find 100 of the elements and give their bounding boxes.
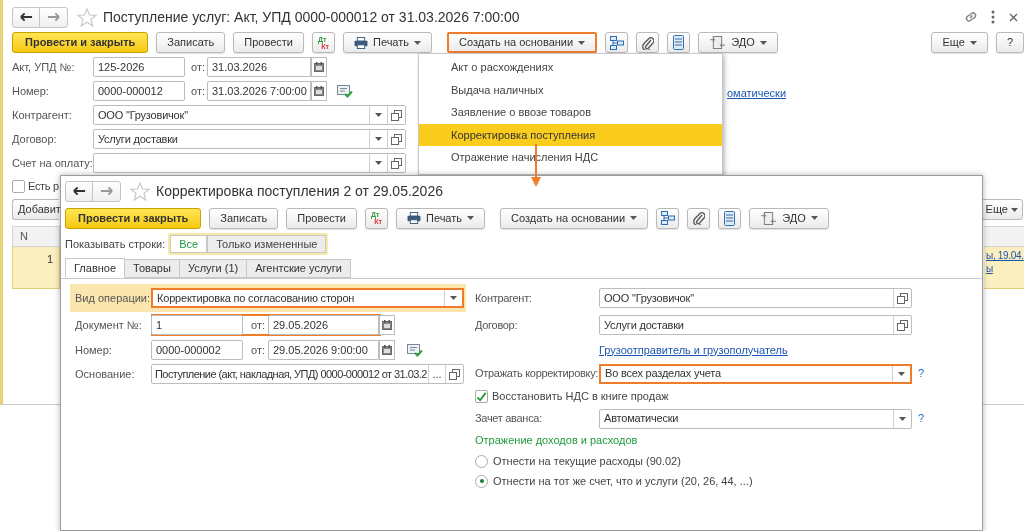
journal-button[interactable] [667,32,691,53]
window-title: Поступление услуг: Акт, УПД 0000-000012 от 31.03.2026 7:00:00 [103,7,520,27]
choice-button[interactable]: ... [428,365,445,383]
input-field[interactable]: 0000-000012 [93,81,185,101]
menu-item[interactable]: Корректировка поступления [419,123,722,146]
date-field[interactable]: 29.05.2026 [268,315,379,335]
caret-icon [969,40,977,45]
checkbox[interactable] [12,179,25,193]
link[interactable]: оматически [727,85,787,99]
menu-item[interactable]: Выдача наличных [419,78,722,101]
paperclip-icon [641,35,654,50]
menu-item[interactable]: Заявление о ввозе товаров [419,101,722,124]
open-button[interactable] [387,106,405,124]
section-header: Отражение доходов и расходов [475,433,638,449]
open-form-icon [897,292,908,304]
arrow-right-icon [100,186,113,196]
arrow-right-icon [47,12,60,22]
tab[interactable]: Главное [65,258,126,278]
post-and-close-button[interactable]: Провести и закрыть [65,207,202,229]
select-field[interactable]: Корректировка по согласованию сторон [151,288,464,308]
help-link[interactable]: ? [918,410,925,427]
select-field[interactable]: Услуги доставки [93,129,406,149]
select-field[interactable]: ООО "Грузовичок" [93,105,406,125]
dropdown-button[interactable]: Еще [980,199,1023,220]
add-button[interactable]: Добавит [12,199,59,220]
field-label: Основание: [75,366,136,382]
select-field[interactable]: Услуги доставки [599,315,912,335]
edo-button[interactable]: ЭДО [698,32,778,53]
open-button[interactable] [893,289,911,307]
tab[interactable]: Товары [125,259,180,278]
link[interactable]: ы [986,262,1024,275]
open-button[interactable] [387,154,405,172]
field-label: Документ №: [75,317,143,333]
more-icon [991,10,995,24]
print-button[interactable]: Печать [396,207,486,229]
field-label: от: [191,59,205,75]
caret-icon [375,113,382,117]
segment-button[interactable]: Все [170,235,208,253]
date-field[interactable]: 31.03.2026 [207,57,311,77]
caret-icon [1011,207,1018,212]
close-icon [1009,12,1018,22]
tab[interactable]: Услуги (1) [179,259,248,278]
hierarchy-icon [609,35,624,50]
caret-icon [630,216,638,220]
input-field[interactable]: 1 [151,315,243,335]
select-field[interactable] [93,153,406,173]
radio-button[interactable] [475,454,488,468]
date-field[interactable]: 29.05.2026 9:00:00 [268,340,379,360]
toolbar-button[interactable]: Записать [209,207,279,229]
attach-button[interactable] [687,207,711,229]
help-link[interactable]: ? [918,365,925,382]
segment-button[interactable]: Только измененные [207,235,327,253]
checkbox[interactable] [475,390,488,403]
edo-button[interactable]: ЭДО [749,207,829,229]
open-form-icon [897,319,908,331]
input-field[interactable]: 125-2026 [93,57,185,77]
document-check-icon [407,343,423,357]
dropdown-button[interactable]: Создать на основании [500,207,649,229]
printer-icon [407,212,421,224]
open-button[interactable] [893,316,911,334]
open-form-icon [449,368,460,380]
toolbar-button[interactable]: ? [995,32,1024,53]
radio-label: Отнести на тот же счет, что и услуги (20, 26, 44, ...) [493,473,753,489]
field-label: от: [191,83,205,99]
caret-icon [414,40,422,45]
date-field[interactable]: 31.03.2026 7:00:00 [207,81,311,101]
toolbar-button[interactable]: Провести [233,32,304,53]
open-button[interactable] [445,365,463,383]
field-label: Контрагент: [475,290,533,306]
structure-button[interactable] [656,207,680,229]
select-field[interactable]: Поступление (акт, накладная, УПД) 0000-000012 от 31.03.2 ... [151,364,464,384]
journal-button[interactable] [718,207,742,229]
toolbar-button[interactable]: Записать [156,32,226,53]
print-button[interactable]: Печать [343,32,433,53]
dropdown-button[interactable]: Еще [931,32,988,53]
column-header: N [12,226,60,247]
favorite-star-icon [130,181,150,201]
select-field[interactable]: ООО "Грузовичок" [599,288,912,308]
open-button[interactable] [387,130,405,148]
post-and-close-button[interactable]: Провести и закрыть [12,32,149,53]
select-field[interactable]: Автоматически [599,408,912,429]
field-label: Отражать корректировку: [475,366,599,382]
open-form-icon [391,109,402,121]
dropdown-button[interactable]: Создать на основании [447,32,598,53]
field-label: от: [251,317,265,333]
caret-icon [759,40,767,45]
arrow-left-icon [19,12,33,22]
menu-item[interactable]: Акт о расхождениях [419,56,722,79]
structure-button[interactable] [605,32,629,53]
attach-button[interactable] [636,32,660,53]
input-field[interactable]: 0000-000002 [151,340,243,360]
tab[interactable]: Агентские услуги [247,259,351,278]
table-cell[interactable]: 1 [12,247,60,289]
radio-button[interactable] [475,474,488,488]
calendar-icon [314,86,324,96]
caret-icon [898,371,905,376]
link[interactable]: ы, 19.04. [986,249,1024,262]
link[interactable]: Грузоотправитель и грузополучатель [599,341,788,359]
toolbar-button[interactable]: Провести [286,207,357,229]
select-field[interactable]: Во всех разделах учета [599,363,912,384]
